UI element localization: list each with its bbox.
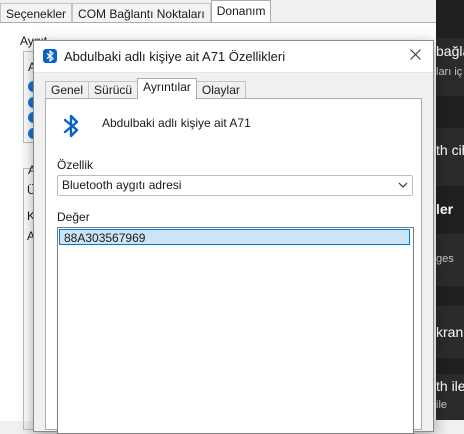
- details-panel: Abdulbaki adlı kişiye ait A71 Özellik Bl…: [45, 98, 422, 434]
- dialog-title: Abdulbaki adlı kişiye ait A71 Özellikler…: [64, 49, 286, 64]
- close-icon: [409, 49, 421, 60]
- property-select[interactable]: Bluetooth aygıtı adresi: [57, 175, 413, 196]
- tab-olaylar[interactable]: Olaylar: [195, 81, 246, 99]
- settings-text: ges: [436, 253, 454, 265]
- settings-text: th cih: [436, 142, 464, 158]
- settings-header: ler: [436, 201, 454, 217]
- tab-donanim[interactable]: Donanım: [210, 0, 272, 24]
- tab-ayrintilar[interactable]: Ayrıntılar: [137, 78, 197, 99]
- device-name: Abdulbaki adlı kişiye ait A71: [102, 116, 251, 130]
- close-button[interactable]: [405, 45, 425, 65]
- bluetooth-icon: [43, 49, 57, 63]
- property-label: Özellik: [57, 158, 94, 172]
- properties-dialog: Abdulbaki adlı kişiye ait A71 Özellikler…: [33, 40, 434, 434]
- bluetooth-icon: [63, 114, 79, 138]
- value-label: Değer: [57, 210, 90, 224]
- background-tabs: Seçenekler COM Bağlantı Noktaları Donanı…: [0, 0, 272, 24]
- settings-text: ile: [436, 399, 448, 411]
- list-item[interactable]: 88A303567969: [59, 229, 410, 245]
- tab-surucu[interactable]: Sürücü: [88, 81, 139, 99]
- property-selected-value: Bluetooth aygıtı adresi: [62, 178, 182, 192]
- chevron-down-icon: [398, 182, 408, 188]
- tab-secenekler[interactable]: Seçenekler: [0, 3, 73, 24]
- settings-text: kran: [436, 324, 464, 340]
- settings-text: ları iç: [436, 66, 463, 78]
- dialog-tabs: Genel Sürücü Ayrıntılar Olaylar: [45, 78, 246, 99]
- settings-text: bağla: [436, 43, 464, 59]
- tab-com-ports[interactable]: COM Bağlantı Noktaları: [72, 3, 211, 24]
- title-bar[interactable]: Abdulbaki adlı kişiye ait A71 Özellikler…: [34, 41, 433, 73]
- tab-genel[interactable]: Genel: [45, 81, 90, 99]
- settings-window: bağla ları iç th cih ler ges kran th ile…: [436, 0, 464, 420]
- value-list[interactable]: 88A303567969: [57, 227, 414, 434]
- settings-text: th ile: [436, 378, 464, 394]
